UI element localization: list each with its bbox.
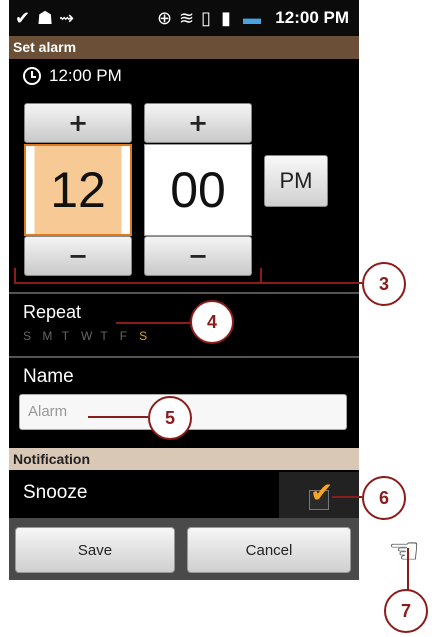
gps-icon: ⊕ [157,8,173,28]
cancel-button[interactable]: Cancel [187,527,351,573]
callout-6: 6 [362,476,406,520]
callout-line [88,416,148,418]
title-bar: Set alarm [9,36,359,59]
time-display-value: 12:00 PM [49,66,122,85]
day-thursday: T [100,329,108,343]
day-saturday: S [139,329,148,343]
battery-icon: ▬ [243,8,261,28]
check-icon: ✔ [15,8,31,28]
hand-pointer-icon: ☜ [388,531,421,572]
wifi-icon: ≋ [179,8,195,28]
ampm-button[interactable]: PM [264,155,328,207]
checkmark-icon: ✔ [310,476,334,509]
hour-field[interactable]: 12 [24,144,132,236]
day-monday: M [42,329,53,343]
divider [9,356,359,358]
notification-header: Notification [9,448,359,470]
callout-line [116,322,190,324]
picker-bracket [14,268,262,284]
status-bar: ✔ ☗ ⇝ ⊕ ≋ ▯ ▮ ▬ 12:00 PM [9,0,359,36]
signal-icon: ▮ [221,8,231,28]
day-tuesday: T [61,329,70,343]
repeat-days[interactable]: S M T W T F S [23,329,155,343]
callout-5: 5 [148,396,192,440]
usb-icon: ⇝ [59,8,75,28]
android-icon: ☗ [37,8,54,28]
status-clock: 12:00 PM [275,8,349,27]
vibrate-icon: ▯ [201,8,211,28]
minute-field[interactable]: 00 [144,144,252,236]
callout-3: 3 [362,262,406,306]
callout-7: 7 [384,589,428,633]
repeat-label[interactable]: Repeat [23,302,81,323]
divider [9,292,359,294]
day-sunday: S [23,329,32,343]
day-wednesday: W [81,329,93,343]
callout-line [332,496,362,498]
save-button[interactable]: Save [15,527,175,573]
hour-increment-button[interactable]: + [24,103,132,143]
time-display: 12:00 PM [23,66,122,86]
name-label: Name [23,366,74,387]
snooze-label: Snooze [23,482,88,503]
minute-increment-button[interactable]: + [144,103,252,143]
callout-4: 4 [190,300,234,344]
day-friday: F [119,329,128,343]
clock-icon [23,67,41,85]
callout-line [262,282,362,284]
phone-screen: ✔ ☗ ⇝ ⊕ ≋ ▯ ▮ ▬ 12:00 PM Set alarm 12:00… [9,0,359,580]
